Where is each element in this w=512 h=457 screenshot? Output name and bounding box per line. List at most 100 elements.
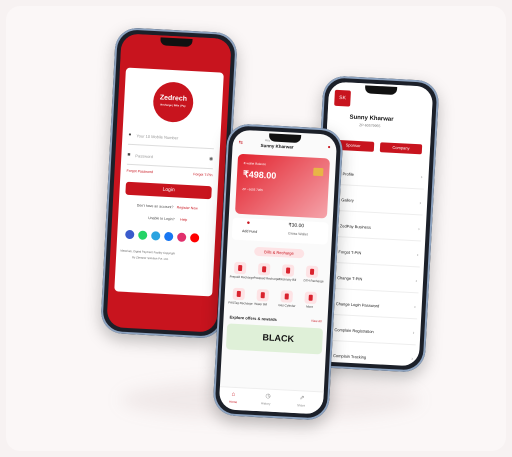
lock-icon: ■ [127, 151, 131, 158]
card-chip-icon [313, 167, 324, 177]
login-screen: Zedrech Recharge | Bills | Pay ● Your 10… [106, 33, 232, 333]
forgot-password-link[interactable]: Forgot Password [126, 169, 153, 175]
service-label: DTH Recharge [303, 278, 324, 284]
wallet-id: ZP - 6055 7955 [242, 187, 264, 193]
unable-login-text: Unable to Login? [148, 215, 175, 222]
footer-line-2: By Zbnaner Solution Pvt. Ltd. [131, 255, 169, 262]
menu-item-label: Change Login Password [335, 301, 380, 309]
phone-login: Zedrech Recharge | Bills | Pay ● Your 10… [100, 27, 238, 339]
login-panel: Zedrech Recharge | Bills | Pay ● Your 10… [114, 67, 224, 297]
dth-icon[interactable] [305, 265, 319, 279]
company-button[interactable]: Company [379, 142, 423, 155]
history-icon[interactable]: ◷ [265, 394, 271, 400]
menu-item[interactable]: Complain Tracking › [318, 347, 416, 367]
water-icon[interactable] [256, 288, 270, 302]
more-icon[interactable] [304, 291, 318, 305]
electricity-icon[interactable] [281, 264, 295, 277]
menu-item[interactable]: Complain Registration › [319, 321, 417, 346]
service-label: Water Bill [254, 301, 268, 307]
bills-recharge-button[interactable]: Bills & Recharge [254, 246, 305, 259]
password-field[interactable]: ■ Password ◉ [126, 149, 214, 170]
youtube-icon[interactable] [189, 233, 200, 243]
service-label: Prepaid Recharge [229, 274, 254, 280]
chevron-right-icon: › [420, 174, 423, 181]
chevron-right-icon: › [419, 200, 422, 207]
password-placeholder: Password [135, 153, 154, 160]
chevron-right-icon: › [416, 252, 419, 259]
gas-icon[interactable] [280, 290, 294, 303]
bottom-nav: ⌂ Home ◷ History ⇗ Share [218, 386, 324, 415]
view-all-link[interactable]: View All [311, 319, 322, 324]
wallet-label: E-wallet Balance [243, 161, 267, 167]
phone-dashboard: ⇆ Hey Sunny Kharwar ● E-wallet Balance ₹… [212, 123, 344, 421]
menu-item-label: Profile [342, 171, 355, 177]
offers-title: Explore offers & rewards [229, 314, 278, 323]
menu-item[interactable]: Change Login Password › [321, 295, 419, 320]
mobile-icon[interactable] [233, 261, 247, 275]
mobile-placeholder: Your 10 Mobile Number [136, 133, 179, 141]
service-label: FASTag Recharge [228, 300, 253, 306]
menu-item[interactable]: Gallery › [326, 191, 424, 216]
nav-home[interactable]: Home [229, 400, 237, 404]
chat-icon[interactable] [125, 229, 135, 240]
add-fund-label[interactable]: Add Fund [242, 229, 257, 234]
service-label: More [306, 304, 314, 309]
menu-item-label: Forgot T-PIN [338, 249, 362, 256]
dashboard-screen: ⇆ Hey Sunny Kharwar ● E-wallet Balance ₹… [218, 129, 338, 415]
cash-label: Gross Wallet [287, 231, 309, 237]
notification-icon[interactable]: ● [327, 144, 330, 150]
scene: Zedrech Recharge | Bills | Pay ● Your 10… [0, 0, 512, 457]
register-link[interactable]: Register Now [177, 205, 198, 211]
chevron-right-icon: › [413, 304, 416, 311]
chevron-right-icon: › [411, 356, 414, 363]
service-label: Gas Cylinder [278, 303, 296, 308]
add-fund-icon[interactable]: ● [246, 220, 250, 226]
fastag-icon[interactable] [232, 287, 246, 301]
instagram-icon[interactable] [176, 232, 187, 242]
profile-id: ZP-60579955 [359, 123, 381, 129]
brand-logo: Zedrech Recharge | Bills | Pay [152, 81, 195, 124]
mobile-field[interactable]: ● Your 10 Mobile Number [127, 129, 215, 150]
footer-line-1: Materials, Digital Payment Facility Copy… [120, 248, 176, 256]
chevron-right-icon: › [412, 330, 415, 337]
menu-item-label: Complain Tracking [332, 353, 367, 360]
wallet-card: E-wallet Balance ₹498.00 ZP - 6055 7955 [234, 153, 331, 219]
menu-item[interactable]: ZedPay Business › [325, 217, 423, 242]
offer-banner[interactable]: BLACK [225, 323, 324, 355]
help-link[interactable]: Help [180, 218, 187, 223]
eye-icon[interactable]: ◉ [209, 156, 214, 162]
whatsapp-icon[interactable] [138, 230, 148, 240]
brand-name: Zedrech [159, 94, 188, 103]
chevron-right-icon: › [417, 226, 420, 233]
menu-item-label: Gallery [341, 197, 355, 203]
menu-item[interactable]: Change T-PIN › [322, 269, 420, 294]
facebook-icon[interactable] [163, 231, 174, 242]
greeting: Hey [264, 138, 271, 143]
cash-amount: ₹30.00 [288, 222, 305, 230]
banner-text: BLACK [262, 332, 295, 344]
avatar: SK [334, 89, 351, 107]
phone-notch [268, 133, 302, 144]
menu-item[interactable]: Forgot T-PIN › [323, 243, 421, 268]
share-icon[interactable]: ⇗ [299, 395, 304, 401]
postpaid-icon[interactable] [257, 262, 271, 276]
login-button[interactable]: Login [125, 181, 212, 200]
phone-notch [364, 85, 398, 96]
menu-icon[interactable]: ⇆ [239, 140, 244, 146]
chevron-right-icon: › [415, 278, 418, 285]
phone-notch [160, 37, 193, 48]
service-label: Electricity Bill [278, 277, 297, 282]
user-name: Sunny Kharwar [260, 142, 294, 150]
no-account-text: Don't have an account? [136, 203, 174, 210]
telegram-icon[interactable] [150, 231, 161, 241]
nav-share[interactable]: Share [297, 403, 305, 407]
nav-history[interactable]: History [261, 401, 271, 405]
user-icon: ● [128, 131, 132, 138]
forgot-tpin-link[interactable]: Forgot T-Pin [193, 172, 212, 178]
profile-name: Sunny Kharwar [349, 114, 394, 123]
brand-tagline: Recharge | Bills | Pay [160, 103, 186, 108]
menu-item-label: Change T-PIN [337, 275, 363, 282]
home-icon[interactable]: ⌂ [231, 392, 235, 398]
service-label: Postpaid Recharge [253, 275, 280, 282]
menu-item[interactable]: Profile › [328, 165, 425, 190]
